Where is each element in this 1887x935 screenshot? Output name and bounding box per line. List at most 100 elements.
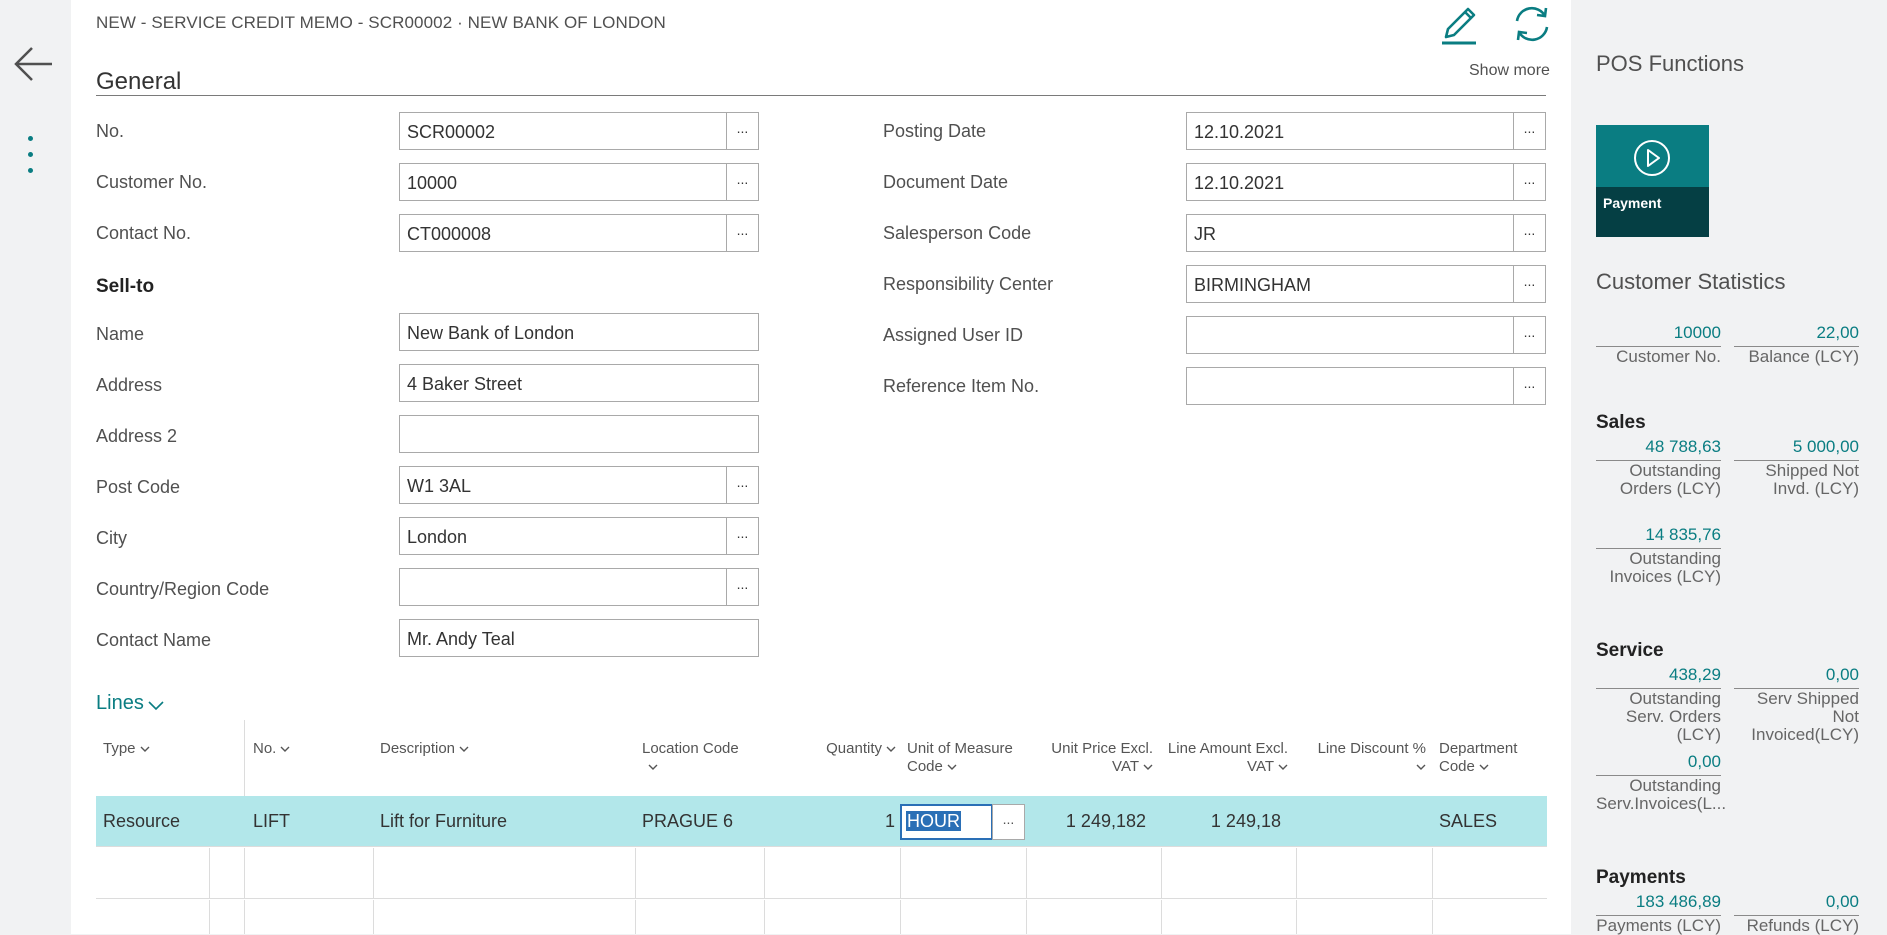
field-label-reference-item-no: Reference Item No.	[883, 376, 1040, 396]
cell-quantity[interactable]: 1	[782, 796, 902, 847]
field-label-address-2: Address 2	[96, 426, 178, 446]
column-header-type[interactable]: Type	[103, 720, 233, 796]
assigned-user-id-lookup-button[interactable]: ...	[1513, 316, 1546, 354]
column-header-line-discount-pct[interactable]: Line Discount %	[1296, 720, 1426, 796]
contact-no-lookup-button[interactable]: ...	[726, 214, 759, 252]
refresh-icon[interactable]	[1511, 3, 1553, 45]
chevron-down-icon	[1278, 764, 1288, 770]
stat-serv-shipped-not-invoiced: 0,00 Serv Shipped Not Invoiced(LCY)	[1734, 665, 1859, 743]
page-title: NEW - SERVICE CREDIT MEMO - SCR00002 · N…	[96, 13, 666, 32]
customer-no-field[interactable]: 10000	[399, 163, 727, 201]
payment-tile[interactable]: Payment	[1596, 125, 1709, 237]
post-code-lookup-button[interactable]: ...	[726, 466, 759, 504]
document-date-picker-button[interactable]: ...	[1513, 163, 1546, 201]
field-label-contact-name: Contact Name	[96, 630, 212, 650]
cell-unit-price-excl-vat[interactable]: 1 249,182	[1033, 796, 1153, 847]
stat-value[interactable]: 22,00	[1734, 323, 1859, 347]
stat-outstanding-serv-orders: 438,29 Outstanding Serv. Orders (LCY)	[1596, 665, 1721, 743]
edit-pencil-icon[interactable]	[1438, 3, 1480, 45]
customer-no-lookup-button[interactable]: ...	[726, 163, 759, 201]
no-field[interactable]: SCR00002	[399, 112, 727, 150]
column-header-no[interactable]: No.	[253, 720, 373, 796]
chevron-down-icon	[459, 746, 469, 752]
name-field[interactable]: New Bank of London	[399, 313, 759, 351]
field-label-responsibility-center: Responsibility Center	[883, 274, 1054, 294]
column-header-unit-price-excl-vat[interactable]: Unit Price Excl. VAT	[1031, 720, 1153, 796]
lines-section-title[interactable]: Lines	[96, 692, 144, 715]
responsibility-center-lookup-button[interactable]: ...	[1513, 265, 1546, 303]
more-actions-icon[interactable]	[28, 136, 38, 180]
stat-refunds-lcy: 0,00 Refunds (LCY)	[1734, 892, 1859, 934]
reference-item-no-field[interactable]	[1186, 367, 1514, 405]
chevron-down-icon	[1479, 764, 1489, 770]
field-label-no: No.	[96, 121, 125, 141]
contact-name-field[interactable]: Mr. Andy Teal	[399, 619, 759, 657]
posting-date-picker-button[interactable]: ...	[1513, 112, 1546, 150]
stat-value[interactable]: 48 788,63	[1596, 437, 1721, 461]
stat-shipped-not-invd: 5 000,00 Shipped Not Invd. (LCY)	[1734, 437, 1859, 497]
contact-no-field[interactable]: CT000008	[399, 214, 727, 252]
cell-line-discount-pct[interactable]	[1296, 796, 1426, 847]
uom-code-lookup-button[interactable]: ...	[992, 804, 1025, 840]
pos-functions-title: POS Functions	[1596, 51, 1744, 76]
play-circle-icon	[1634, 140, 1670, 176]
section-divider	[96, 95, 1546, 96]
table-row-empty[interactable]	[96, 848, 1547, 899]
posting-date-field[interactable]: 12.10.2021	[1186, 112, 1514, 150]
field-label-city: City	[96, 528, 127, 548]
sales-heading: Sales	[1596, 412, 1646, 433]
stat-value[interactable]: 183 486,89	[1596, 892, 1721, 916]
address-2-field[interactable]	[399, 415, 759, 453]
sell-to-heading: Sell-to	[96, 276, 155, 297]
stat-value[interactable]: 438,29	[1596, 665, 1721, 689]
service-heading: Service	[1596, 640, 1664, 661]
stat-customer-no: 10000 Customer No.	[1596, 323, 1721, 365]
cell-location-code[interactable]: PRAGUE 6	[635, 796, 755, 847]
column-header-department-code[interactable]: Department Code	[1439, 720, 1544, 796]
document-date-field[interactable]: 12.10.2021	[1186, 163, 1514, 201]
chevron-down-icon	[1416, 764, 1426, 770]
column-header-quantity[interactable]: Quantity	[786, 720, 896, 796]
address-field[interactable]: 4 Baker Street	[399, 364, 759, 402]
section-title-general[interactable]: General	[96, 68, 181, 96]
chevron-down-icon	[886, 746, 896, 752]
column-header-unit-of-measure-code[interactable]: Unit of Measure Code	[907, 720, 1027, 796]
reference-item-no-lookup-button[interactable]: ...	[1513, 367, 1546, 405]
stat-value[interactable]: 0,00	[1596, 752, 1721, 776]
column-header-line-amount-excl-vat[interactable]: Line Amount Excl. VAT	[1158, 720, 1288, 796]
cell-department-code[interactable]: SALES	[1432, 796, 1542, 847]
stat-value[interactable]: 0,00	[1734, 892, 1859, 916]
no-lookup-button[interactable]: ...	[726, 112, 759, 150]
table-row-empty[interactable]	[96, 900, 1547, 934]
customer-statistics-title[interactable]: Customer Statistics	[1596, 269, 1786, 295]
country-region-code-lookup-button[interactable]: ...	[726, 568, 759, 606]
post-code-field[interactable]: W1 3AL	[399, 466, 727, 504]
stat-value[interactable]: 14 835,76	[1596, 525, 1721, 549]
stat-value[interactable]: 10000	[1596, 323, 1721, 347]
uom-code-input[interactable]: HOUR	[900, 804, 993, 840]
cell-line-amount-excl-vat[interactable]: 1 249,18	[1158, 796, 1288, 847]
show-more-link[interactable]: Show more	[1469, 62, 1550, 80]
chevron-down-icon[interactable]	[146, 695, 166, 715]
cell-no[interactable]: LIFT	[246, 796, 371, 847]
stat-balance-lcy: 22,00 Balance (LCY)	[1734, 323, 1859, 365]
country-region-code-field[interactable]	[399, 568, 727, 606]
cell-description[interactable]: Lift for Furniture	[373, 796, 633, 847]
payments-heading: Payments	[1596, 867, 1686, 888]
salesperson-code-lookup-button[interactable]: ...	[1513, 214, 1546, 252]
column-header-description[interactable]: Description	[380, 720, 590, 796]
table-row[interactable]: Resource LIFT Lift for Furniture PRAGUE …	[96, 796, 1547, 847]
cell-type[interactable]: Resource	[96, 796, 209, 847]
factbox-pane: POS Functions Payment Customer Statistic…	[1571, 0, 1887, 934]
responsibility-center-field[interactable]: BIRMINGHAM	[1186, 265, 1514, 303]
back-arrow-icon[interactable]	[12, 44, 56, 84]
salesperson-code-field[interactable]: JR	[1186, 214, 1514, 252]
stat-value[interactable]: 5 000,00	[1734, 437, 1859, 461]
city-lookup-button[interactable]: ...	[726, 517, 759, 555]
stat-value[interactable]: 0,00	[1734, 665, 1859, 689]
assigned-user-id-field[interactable]	[1186, 316, 1514, 354]
chevron-down-icon	[648, 764, 658, 770]
field-label-country-region-code: Country/Region Code	[96, 579, 270, 599]
city-field[interactable]: London	[399, 517, 727, 555]
column-header-location-code[interactable]: Location Code	[642, 720, 762, 796]
